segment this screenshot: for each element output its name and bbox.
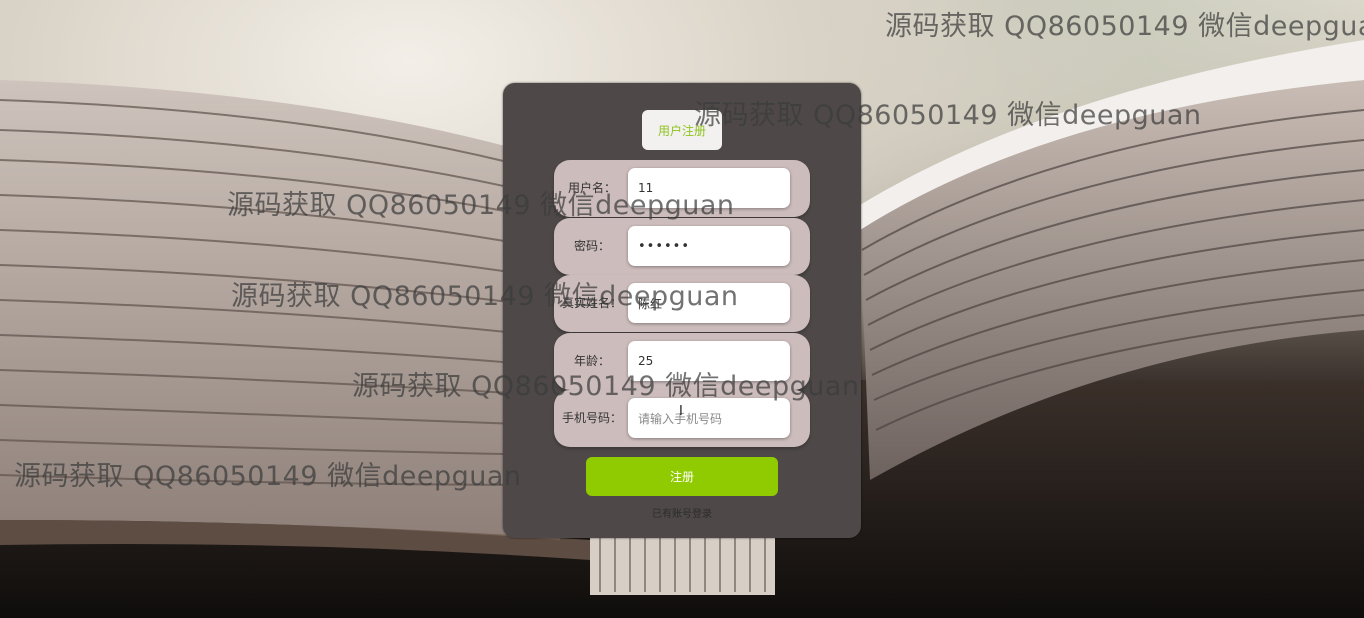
age-label: 年龄： (573, 354, 610, 368)
register-card: 用户注册 用户名： 11 密码： •••••• 真实姓名： 陈红 年龄： 25 … (503, 83, 861, 538)
password-row: 密码： •••••• (554, 218, 810, 275)
realname-row: 真实姓名： 陈红 (554, 275, 810, 332)
username-input[interactable]: 11 (628, 168, 790, 208)
password-input[interactable]: •••••• (628, 226, 790, 266)
username-row: 用户名： 11 (554, 160, 810, 217)
realname-label: 真实姓名： (561, 296, 622, 310)
age-row: 年龄： 25 (554, 333, 810, 390)
register-submit-button[interactable]: 注册 (586, 457, 778, 496)
password-label: 密码： (573, 239, 610, 253)
realname-input[interactable]: 陈红 (628, 283, 790, 323)
login-link[interactable]: 已有账号登录 (503, 505, 861, 520)
age-input[interactable]: 25 (628, 341, 790, 381)
phone-label: 手机号码： (561, 411, 622, 425)
register-title-button[interactable]: 用户注册 (642, 110, 722, 150)
phone-input[interactable]: 请输入手机号码 (628, 398, 790, 438)
username-label: 用户名： (567, 181, 616, 195)
text-cursor-icon: I (679, 404, 683, 419)
